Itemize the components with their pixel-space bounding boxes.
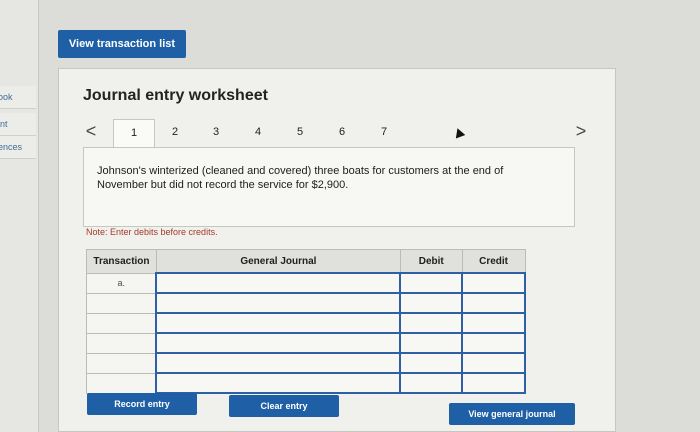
column-header-transaction: Transaction bbox=[86, 249, 157, 274]
table-row: a. bbox=[86, 272, 526, 294]
table-row bbox=[86, 332, 526, 354]
debit-input[interactable] bbox=[399, 292, 464, 314]
credit-input[interactable] bbox=[461, 332, 526, 354]
general-journal-input[interactable] bbox=[155, 272, 402, 294]
tab-3[interactable]: 3 bbox=[196, 119, 236, 145]
table-row bbox=[86, 312, 526, 334]
column-header-general-journal: General Journal bbox=[155, 249, 401, 274]
debit-input[interactable] bbox=[399, 312, 464, 334]
general-journal-input[interactable] bbox=[155, 352, 402, 374]
general-journal-input[interactable] bbox=[155, 312, 402, 334]
tab-5[interactable]: 5 bbox=[280, 119, 320, 145]
credit-input[interactable] bbox=[461, 352, 526, 374]
sidebar-item-book[interactable]: ook bbox=[0, 86, 36, 109]
tab-1[interactable]: 1 bbox=[113, 119, 155, 147]
general-journal-input[interactable] bbox=[155, 372, 402, 394]
journal-entry-table: Transaction General Journal Debit Credit… bbox=[86, 249, 526, 394]
clear-entry-button[interactable]: Clear entry bbox=[229, 395, 339, 417]
transaction-cell bbox=[86, 372, 157, 394]
journal-worksheet-panel: Journal entry worksheet < 1 2 3 4 5 6 7 … bbox=[58, 68, 616, 432]
view-transaction-list-button[interactable]: View transaction list bbox=[58, 30, 186, 58]
table-row bbox=[86, 372, 526, 394]
transaction-cell: a. bbox=[86, 272, 157, 294]
general-journal-input[interactable] bbox=[155, 292, 402, 314]
transaction-description: Johnson's winterized (cleaned and covere… bbox=[97, 165, 504, 191]
credit-input[interactable] bbox=[461, 272, 526, 294]
credit-input[interactable] bbox=[461, 292, 526, 314]
chevron-left-icon[interactable]: < bbox=[83, 119, 99, 143]
debit-input[interactable] bbox=[399, 352, 464, 374]
tab-6[interactable]: 6 bbox=[322, 119, 362, 145]
transaction-cell bbox=[86, 312, 157, 334]
tab-7[interactable]: 7 bbox=[364, 119, 404, 145]
tab-strip: < 1 2 3 4 5 6 7 > bbox=[83, 119, 593, 147]
general-journal-input[interactable] bbox=[155, 332, 402, 354]
record-entry-button[interactable]: Record entry bbox=[87, 393, 197, 415]
sidebar: ook int ences bbox=[0, 0, 39, 432]
table-header-row: Transaction General Journal Debit Credit bbox=[86, 249, 526, 274]
tab-2[interactable]: 2 bbox=[155, 119, 195, 145]
transaction-cell bbox=[86, 292, 157, 314]
debit-credit-note: Note: Enter debits before credits. bbox=[86, 227, 218, 237]
credit-input[interactable] bbox=[461, 312, 526, 334]
transaction-description-box: Johnson's winterized (cleaned and covere… bbox=[83, 147, 575, 227]
column-header-debit: Debit bbox=[399, 249, 463, 274]
transaction-cell bbox=[86, 352, 157, 374]
column-header-credit: Credit bbox=[461, 249, 526, 274]
chevron-right-icon[interactable]: > bbox=[573, 119, 589, 143]
debit-input[interactable] bbox=[399, 332, 464, 354]
view-general-journal-button[interactable]: View general journal bbox=[449, 403, 575, 425]
credit-input[interactable] bbox=[461, 372, 526, 394]
debit-input[interactable] bbox=[399, 272, 464, 294]
debit-input[interactable] bbox=[399, 372, 464, 394]
tab-4[interactable]: 4 bbox=[238, 119, 278, 145]
page-title: Journal entry worksheet bbox=[83, 87, 268, 104]
sidebar-item-references[interactable]: ences bbox=[0, 136, 36, 159]
transaction-cell bbox=[86, 332, 157, 354]
table-row bbox=[86, 292, 526, 314]
sidebar-item-print[interactable]: int bbox=[0, 113, 36, 136]
table-row bbox=[86, 352, 526, 374]
